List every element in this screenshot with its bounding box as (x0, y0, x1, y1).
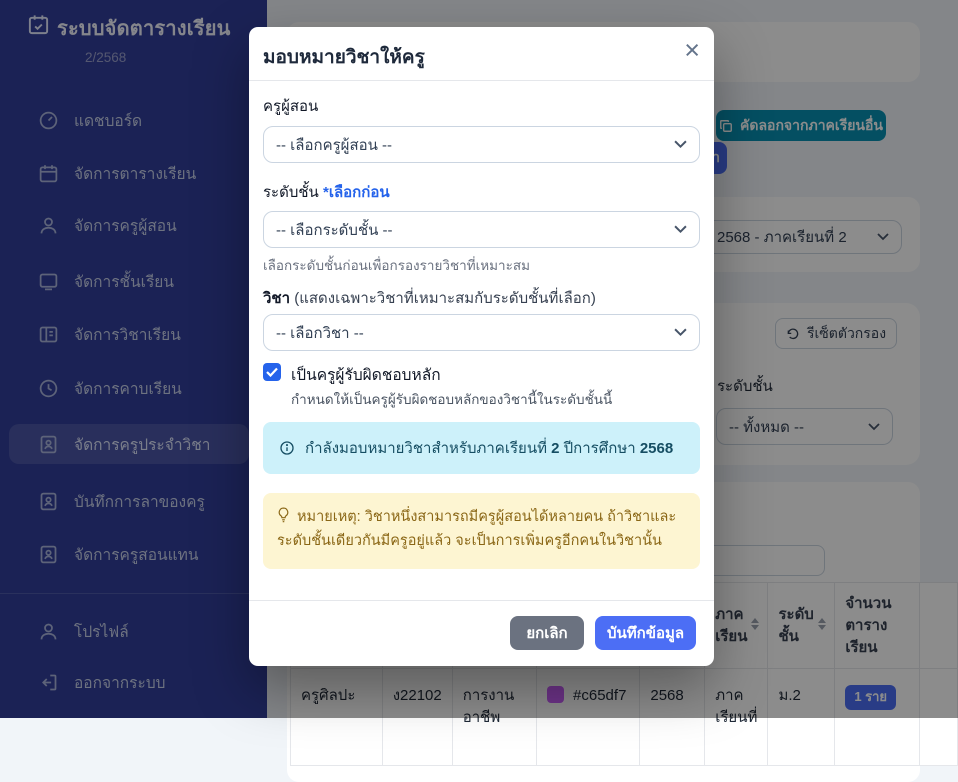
assign-subject-modal: มอบหมายวิชาให้ครู × ครูผู้สอน -- เลือกคร… (249, 27, 714, 666)
level-hint: เลือกระดับชั้นก่อนเพื่อกรองรายวิชาที่เหม… (263, 254, 530, 276)
note-banner: หมายเหตุ: วิชาหนึ่งสามารถมีครูผู้สอนได้ห… (263, 493, 700, 569)
info-text: กำลังมอบหมายวิชาสำหรับภาคเรียนที่ 2 ปีกา… (305, 436, 673, 460)
check-icon (266, 367, 278, 377)
subject-select[interactable]: -- เลือกวิชา -- (263, 314, 700, 351)
save-button[interactable]: บันทึกข้อมูล (595, 616, 696, 650)
modal-header-divider (249, 80, 714, 81)
chevron-down-icon (674, 225, 687, 234)
subject-label: วิชา (แสดงเฉพาะวิชาที่เหมาะสมกับระดับชั้… (263, 286, 596, 310)
modal-title: มอบหมายวิชาให้ครู (263, 42, 425, 72)
level-required-note: *เลือกก่อน (323, 184, 390, 201)
lightbulb-icon (277, 507, 290, 523)
level-label: ระดับชั้น *เลือกก่อน (263, 180, 390, 204)
teacher-select[interactable]: -- เลือกครูผู้สอน -- (263, 126, 700, 163)
teacher-label: ครูผู้สอน (263, 94, 318, 118)
chevron-down-icon (674, 140, 687, 149)
assign-subject-page: { "sidebar": { "brand_title": "ระบบจัดตา… (0, 0, 958, 718)
primary-teacher-label: เป็นครูผู้รับผิดชอบหลัก (291, 362, 441, 387)
level-select-value: -- เลือกระดับชั้น -- (276, 218, 393, 242)
primary-teacher-hint: กำหนดให้เป็นครูผู้รับผิดชอบหลักของวิชานี… (291, 388, 612, 410)
info-icon (279, 440, 295, 456)
teacher-select-value: -- เลือกครูผู้สอน -- (276, 133, 392, 157)
primary-teacher-checkbox[interactable] (263, 363, 281, 381)
subject-select-value: -- เลือกวิชา -- (276, 321, 364, 345)
chevron-down-icon (674, 328, 687, 337)
level-select[interactable]: -- เลือกระดับชั้น -- (263, 211, 700, 248)
term-info-banner: กำลังมอบหมายวิชาสำหรับภาคเรียนที่ 2 ปีกา… (263, 422, 700, 474)
cancel-button[interactable]: ยกเลิก (510, 616, 584, 650)
close-icon[interactable]: × (684, 37, 700, 64)
modal-footer-divider (249, 600, 714, 601)
note-text: หมายเหตุ: วิชาหนึ่งสามารถมีครูผู้สอนได้ห… (277, 509, 676, 549)
